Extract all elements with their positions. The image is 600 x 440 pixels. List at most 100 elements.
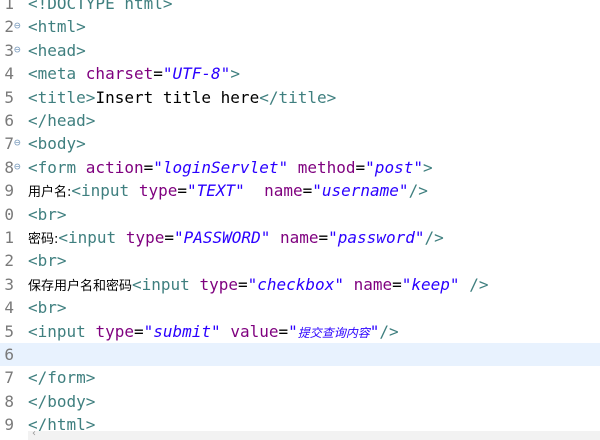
line-number: 1 bbox=[0, 0, 14, 15]
code-line[interactable]: 1 <!DOCTYPE html> bbox=[0, 0, 600, 15]
line-number-text: 3 bbox=[4, 274, 14, 294]
token-tag: /> bbox=[408, 181, 428, 201]
token-tag: <title> bbox=[28, 87, 96, 107]
fold-toggle-icon[interactable]: ⊖ bbox=[14, 39, 26, 62]
token-val: "PASSWORD" bbox=[174, 228, 271, 247]
line-number-text: 4 bbox=[4, 64, 14, 84]
code-text: <!DOCTYPE html> bbox=[28, 0, 600, 15]
code-text: 用户名:<input type="TEXT" name="username"/> bbox=[28, 179, 600, 202]
token-tag: <br> bbox=[28, 298, 67, 318]
code-line[interactable]: 6 bbox=[0, 343, 600, 366]
code-text: </head> bbox=[28, 109, 600, 132]
token-attr: type bbox=[95, 321, 134, 341]
line-number-text: 2 bbox=[4, 17, 14, 37]
line-number: 6 bbox=[0, 343, 14, 366]
code-line[interactable]: 7 </form> bbox=[0, 366, 600, 389]
token-val: "keep" bbox=[401, 274, 460, 294]
token-tag: > bbox=[422, 157, 433, 177]
token-tag: /> bbox=[424, 228, 444, 247]
code-line[interactable]: 8 ⊖ <form action="loginServlet" method="po… bbox=[0, 156, 600, 179]
line-number-text: 2 bbox=[4, 251, 14, 271]
code-text: </form> bbox=[28, 366, 600, 389]
token-txt: = bbox=[355, 157, 366, 177]
code-line[interactable]: 3 保存用户名和密码<input type="checkbox" name="ke… bbox=[0, 273, 600, 296]
line-number-text: 1 bbox=[4, 228, 14, 247]
token-tag: <meta bbox=[28, 64, 86, 84]
token-cn: 保存用户名和密码 bbox=[28, 278, 133, 294]
token-tag: /> bbox=[379, 321, 399, 341]
line-number: 3 bbox=[0, 273, 14, 296]
token-tag: <form bbox=[28, 157, 86, 177]
token-tag: <!DOCTYPE html> bbox=[28, 0, 173, 13]
code-text: 保存用户名和密码<input type="checkbox" name="kee… bbox=[28, 273, 600, 296]
token-val: "UTF-8" bbox=[162, 64, 231, 84]
line-number: 7 bbox=[0, 366, 14, 389]
token-val: "checkbox" bbox=[247, 274, 344, 294]
token-txt: = bbox=[237, 274, 248, 294]
code-line[interactable]: 8 </body> bbox=[0, 390, 600, 413]
code-line[interactable]: 2 <br> bbox=[0, 249, 600, 272]
token-tag: <br> bbox=[28, 251, 67, 271]
code-editor[interactable]: 1 <!DOCTYPE html> 2 ⊖ <html> 3 ⊖ <head> 4 <meta c… bbox=[0, 0, 600, 440]
line-number: 3 bbox=[0, 39, 14, 62]
code-line[interactable]: 5 <input type="submit" value="提交查询内容"/> bbox=[0, 320, 600, 343]
token-tag: <input bbox=[132, 274, 200, 294]
code-line[interactable]: 0 <br> bbox=[0, 203, 600, 226]
code-text: <html> bbox=[28, 15, 600, 38]
token-cn: 密码: bbox=[28, 232, 59, 247]
line-number: 2 bbox=[0, 15, 14, 38]
line-number-text: 9 bbox=[4, 415, 14, 435]
code-line[interactable]: 9 用户名:<input type="TEXT" name="username"/… bbox=[0, 179, 600, 202]
line-number: 4 bbox=[0, 296, 14, 319]
token-txt: = bbox=[143, 157, 154, 177]
code-line[interactable]: 7 ⊖ <body> bbox=[0, 132, 600, 155]
line-number: 1 bbox=[0, 226, 14, 249]
token-txt: = bbox=[164, 228, 174, 247]
line-number: 9 bbox=[0, 179, 14, 202]
line-number-text: 4 bbox=[4, 298, 14, 318]
line-number-text: 9 bbox=[4, 181, 14, 201]
token-txt: = bbox=[302, 181, 313, 201]
code-line[interactable]: 2 ⊖ <html> bbox=[0, 15, 600, 38]
code-text: <title>Insert title here</title> bbox=[28, 86, 600, 109]
code-line[interactable]: 6 </head> bbox=[0, 109, 600, 132]
line-number: 5 bbox=[0, 320, 14, 343]
fold-toggle-icon[interactable]: ⊖ bbox=[14, 132, 26, 155]
line-number-text: 6 bbox=[4, 111, 14, 130]
line-number: 0 bbox=[0, 203, 14, 226]
scroll-left-icon[interactable]: ‹ bbox=[32, 428, 36, 439]
token-val: " bbox=[369, 321, 380, 341]
token-txt: Insert title here bbox=[95, 87, 260, 107]
token-cn: 用户名: bbox=[28, 185, 72, 201]
line-number-text: 1 bbox=[4, 0, 14, 13]
token-attr: charset bbox=[85, 64, 154, 84]
line-number: 2 bbox=[0, 249, 14, 272]
token-attr: name bbox=[279, 228, 319, 247]
line-number: 9 bbox=[0, 413, 14, 436]
code-text: <body> bbox=[28, 132, 600, 155]
token-txt: = bbox=[392, 274, 402, 294]
line-number-text: 8 bbox=[4, 391, 14, 411]
horizontal-scrollbar[interactable]: ‹ bbox=[28, 428, 600, 440]
token-val: "post" bbox=[365, 157, 423, 177]
line-number: 8 bbox=[0, 156, 14, 179]
code-text: <br> bbox=[28, 296, 600, 319]
code-line[interactable]: 5 <title>Insert title here</title> bbox=[0, 86, 600, 109]
line-number: 4 bbox=[0, 62, 14, 85]
code-line[interactable]: 3 ⊖ <head> bbox=[0, 39, 600, 62]
fold-toggle-icon[interactable]: ⊖ bbox=[14, 156, 26, 179]
token-tag: </title> bbox=[259, 87, 337, 107]
code-line[interactable]: 1 密码:<input type="PASSWORD" name="passwor… bbox=[0, 226, 600, 249]
token-val: "submit" bbox=[143, 321, 221, 341]
line-number-text: 8 bbox=[4, 157, 14, 177]
token-attr: type bbox=[199, 274, 238, 294]
line-number-text: 0 bbox=[4, 204, 14, 224]
code-text: 密码:<input type="PASSWORD" name="password… bbox=[28, 226, 600, 249]
code-line[interactable]: 4 <meta charset="UTF-8"> bbox=[0, 62, 600, 85]
code-text: </body> bbox=[28, 390, 600, 413]
code-line[interactable]: 4 <br> bbox=[0, 296, 600, 319]
token-attr: name bbox=[264, 181, 303, 201]
token-txt: = bbox=[153, 64, 163, 84]
fold-toggle-icon[interactable]: ⊖ bbox=[14, 15, 26, 38]
